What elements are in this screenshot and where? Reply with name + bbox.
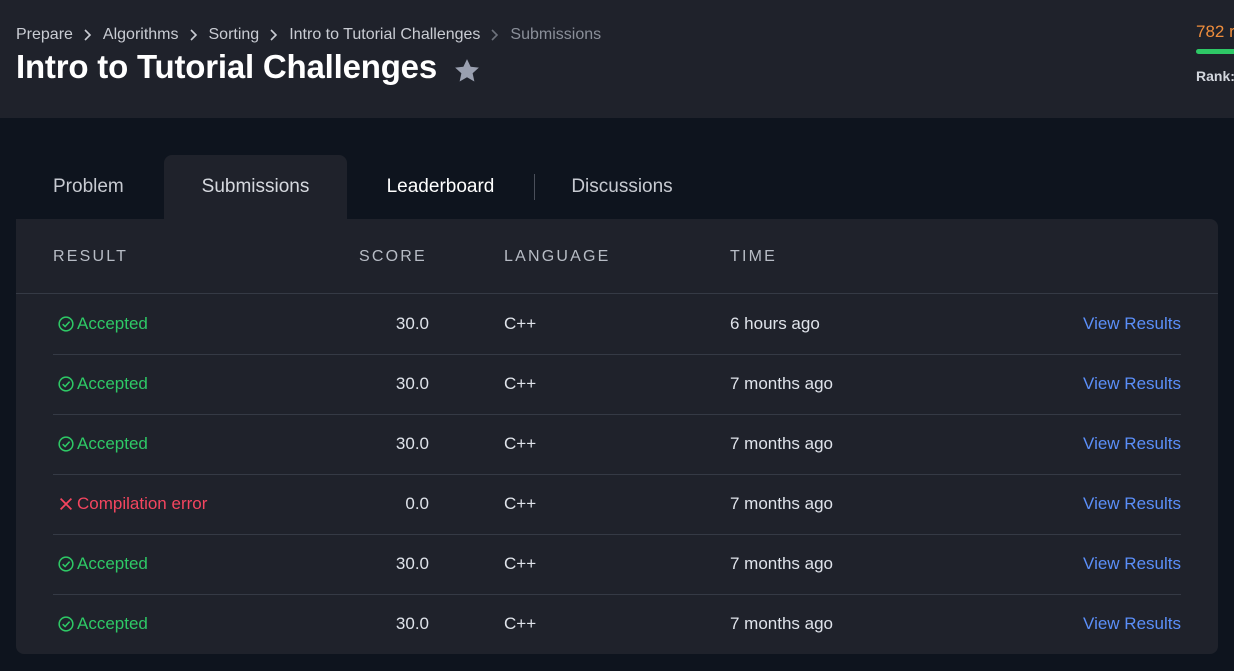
result-label: Accepted [77,314,148,333]
time-cell: 7 months ago [730,374,834,393]
score-cell: 30.0 [395,374,429,393]
result-cell: Accepted [57,614,148,634]
breadcrumb-current: Submissions [510,26,602,43]
result-label: Accepted [77,614,148,633]
score-progress-fill [1196,49,1234,54]
column-header-score: SCORE [359,248,427,265]
table-row: Compilation error 0.0 C++ 7 months ago View … [53,474,1181,535]
submissions-panel: RESULT SCORE LANGUAGE TIME Accepted 30.0 C… [16,219,1218,654]
score-progress-bar [1196,49,1234,54]
view-results-link[interactable]: View Results [1083,314,1181,334]
table-row: Accepted 30.0 C++ 7 months ago View Results [53,354,1181,415]
language-cell: C++ [504,554,537,573]
table-row: Accepted 30.0 C++ 7 months ago View Results [53,534,1181,595]
chevron-right-icon [79,28,97,42]
tab-submissions[interactable]: Submissions [164,155,347,219]
time-cell: 7 months ago [730,494,834,513]
score-cell: 30.0 [395,314,429,333]
challenge-header: Prepare Algorithms Sorting Intro to Tuto… [0,0,1234,118]
rank-label: Rank: [1196,68,1234,84]
score-cell: 0.0 [405,494,429,513]
language-cell: C++ [504,314,537,333]
time-cell: 7 months ago [730,434,834,453]
breadcrumb-link-challenge[interactable]: Intro to Tutorial Challenges [289,26,480,44]
table-header: RESULT SCORE LANGUAGE TIME [16,219,1218,294]
time-cell: 6 hours ago [730,314,820,333]
breadcrumb-link-algorithms[interactable]: Algorithms [103,26,179,44]
language-cell: C++ [504,434,537,453]
result-cell: Accepted [57,314,148,334]
score-display: 782 r [1196,22,1234,41]
score-cell: 30.0 [395,554,429,573]
challenge-tabs: Problem Submissions Leaderboard Discussi… [16,155,709,219]
result-cell: Compilation error [57,494,207,514]
check-circle-icon [57,375,77,393]
chevron-right-icon [185,28,203,42]
time-cell: 7 months ago [730,554,834,573]
score-cell: 30.0 [395,434,429,453]
time-cell: 7 months ago [730,614,834,633]
result-label: Accepted [77,554,148,573]
check-circle-icon [57,615,77,633]
result-label: Compilation error [77,494,208,513]
check-circle-icon [57,555,77,573]
table-row: Accepted 30.0 C++ 7 months ago View Results [53,594,1181,654]
chevron-right-icon [486,28,504,42]
language-cell: C++ [504,374,537,393]
result-label: Accepted [77,374,148,393]
chevron-right-icon [265,28,283,42]
view-results-link[interactable]: View Results [1083,494,1181,514]
view-results-link[interactable]: View Results [1083,614,1181,634]
tab-leaderboard[interactable]: Leaderboard [347,155,534,219]
view-results-link[interactable]: View Results [1083,374,1181,394]
view-results-link[interactable]: View Results [1083,554,1181,574]
check-circle-icon [57,435,77,453]
breadcrumb-link-sorting[interactable]: Sorting [209,26,260,44]
score-cell: 30.0 [395,614,429,633]
result-label: Accepted [77,434,148,453]
breadcrumb-link-prepare[interactable]: Prepare [16,26,73,44]
check-circle-icon [57,315,77,333]
column-header-language: LANGUAGE [504,248,611,265]
table-row: Accepted 30.0 C++ 6 hours ago View Results [53,294,1181,355]
language-cell: C++ [504,614,537,633]
star-icon[interactable] [452,56,482,86]
result-cell: Accepted [57,434,148,454]
tab-discussions[interactable]: Discussions [535,155,709,219]
x-icon [57,495,77,513]
result-cell: Accepted [57,554,148,574]
view-results-link[interactable]: View Results [1083,434,1181,454]
breadcrumb: Prepare Algorithms Sorting Intro to Tuto… [16,24,601,46]
table-row: Accepted 30.0 C++ 7 months ago View Results [53,414,1181,475]
column-header-result: RESULT [53,248,129,265]
page-title: Intro to Tutorial Challenges [16,48,437,85]
column-header-time: TIME [730,248,778,265]
tab-problem[interactable]: Problem [16,155,164,219]
result-cell: Accepted [57,374,148,394]
language-cell: C++ [504,494,537,513]
